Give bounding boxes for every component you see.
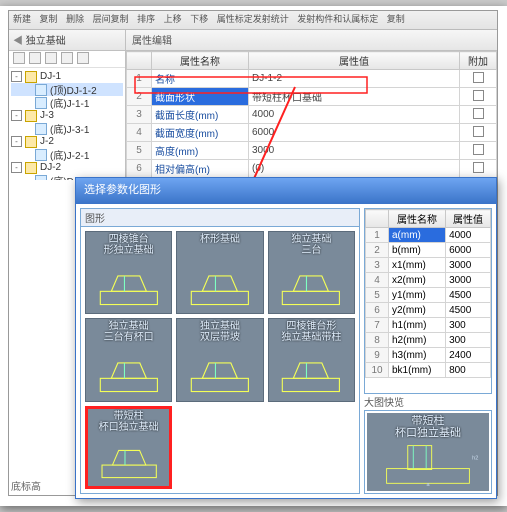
shape-thumb[interactable]: 独立基础三台有杯口 bbox=[85, 318, 172, 401]
shape-gallery[interactable]: 四棱锥台形独立基础杯形基础独立基础三台独立基础三台有杯口独立基础双层带坡四棱锥台… bbox=[81, 227, 359, 493]
tree-mini-toolbar[interactable] bbox=[9, 51, 125, 68]
table-row[interactable]: 5高度(mm)3000 bbox=[127, 142, 497, 160]
col-value: 属性值 bbox=[249, 52, 460, 70]
shape-thumb[interactable]: 四棱锥台形独立基础 bbox=[85, 231, 172, 314]
table-row[interactable]: 2截面形状带短柱杯口基础 bbox=[127, 88, 497, 106]
svg-text:h2: h2 bbox=[472, 455, 478, 461]
param-col-value: 属性值 bbox=[446, 210, 491, 228]
folder-icon bbox=[25, 110, 37, 122]
checkbox[interactable] bbox=[473, 90, 484, 101]
tb-sort[interactable]: 排序 bbox=[137, 14, 155, 24]
tb-m1[interactable]: 属性标定发射统计 bbox=[217, 14, 289, 24]
table-row[interactable]: 3x1(mm)3000 bbox=[366, 258, 491, 273]
shape-thumb[interactable]: 独立基础三台 bbox=[268, 231, 355, 314]
tb-copy[interactable]: 复制 bbox=[40, 14, 58, 24]
table-row[interactable]: 8h2(mm)300 bbox=[366, 333, 491, 348]
tb-m3[interactable]: 复制 bbox=[387, 14, 405, 24]
svg-text:a: a bbox=[426, 482, 430, 487]
table-row[interactable]: 5y1(mm)4500 bbox=[366, 288, 491, 303]
table-row[interactable]: 1a(mm)4000 bbox=[366, 228, 491, 243]
checkbox[interactable] bbox=[473, 126, 484, 137]
shape-thumb[interactable]: 带短柱杯口独立基础 bbox=[85, 406, 172, 489]
tool-icon[interactable] bbox=[13, 52, 25, 64]
preview-panel: 带短柱 杯口独立基础 a h2 bbox=[364, 410, 492, 494]
tool-icon[interactable] bbox=[61, 52, 73, 64]
checkbox[interactable] bbox=[473, 144, 484, 155]
tree-node[interactable]: (底)J-1-1 bbox=[11, 96, 123, 109]
tb-up[interactable]: 上移 bbox=[164, 14, 182, 24]
item-icon bbox=[35, 84, 47, 96]
col-ext: 附加 bbox=[460, 52, 497, 70]
table-row[interactable]: 3截面长度(mm)4000 bbox=[127, 106, 497, 124]
status-text: 底标高 bbox=[11, 478, 41, 493]
tree-node[interactable]: (底)J-3-1 bbox=[11, 122, 123, 135]
table-row[interactable]: 4x2(mm)3000 bbox=[366, 273, 491, 288]
parametric-shape-dialog: 选择参数化图形 图形 四棱锥台形独立基础杯形基础独立基础三台独立基础三台有杯口独… bbox=[75, 177, 497, 499]
item-icon bbox=[35, 97, 47, 109]
item-icon bbox=[35, 123, 47, 135]
shape-thumb[interactable]: 四棱锥台形独立基础带柱 bbox=[268, 318, 355, 401]
table-row[interactable]: 9h3(mm)2400 bbox=[366, 348, 491, 363]
table-row[interactable]: 6相对偏高(m)(0) bbox=[127, 160, 497, 178]
top-toolbar[interactable]: 新建 复制 删除 层间复制 排序 上移 下移 属性标定发射统计 发射构件和认属标… bbox=[9, 11, 497, 30]
table-row[interactable]: 1名称DJ-1-2 bbox=[127, 70, 497, 88]
checkbox[interactable] bbox=[473, 162, 484, 173]
param-table[interactable]: 属性名称 属性值 1a(mm)40002b(mm)60003x1(mm)3000… bbox=[365, 209, 491, 378]
table-row[interactable]: 6y2(mm)4500 bbox=[366, 303, 491, 318]
property-panel-title: 属性编辑 bbox=[126, 30, 497, 51]
tb-del[interactable]: 删除 bbox=[66, 14, 84, 24]
folder-icon bbox=[25, 162, 37, 174]
tb-new[interactable]: 新建 bbox=[13, 14, 31, 24]
shape-thumb[interactable]: 独立基础双层带坡 bbox=[176, 318, 263, 401]
tb-layer[interactable]: 层间复制 bbox=[93, 14, 129, 24]
tool-icon[interactable] bbox=[29, 52, 41, 64]
tree-node[interactable]: (底)J-2-1 bbox=[11, 148, 123, 161]
table-row[interactable]: 7h1(mm)300 bbox=[366, 318, 491, 333]
table-row[interactable]: 4截面宽度(mm)6000 bbox=[127, 124, 497, 142]
preview-label: 大图快览 bbox=[364, 398, 404, 409]
item-icon bbox=[35, 175, 47, 181]
item-icon bbox=[35, 149, 47, 161]
folder-icon bbox=[25, 136, 37, 148]
shape-thumb[interactable]: 杯形基础 bbox=[176, 231, 263, 314]
tool-icon[interactable] bbox=[77, 52, 89, 64]
tree-tab[interactable]: ◀ 独立基础 bbox=[9, 30, 125, 51]
col-name: 属性名称 bbox=[152, 52, 249, 70]
tool-icon[interactable] bbox=[45, 52, 57, 64]
checkbox[interactable] bbox=[473, 72, 484, 83]
table-row[interactable]: 2b(mm)6000 bbox=[366, 243, 491, 258]
property-table[interactable]: 属性名称 属性值 附加 1名称DJ-1-22截面形状带短柱杯口基础3截面长度(m… bbox=[126, 51, 497, 180]
tb-m2[interactable]: 发射构件和认属标定 bbox=[297, 14, 378, 24]
dialog-title: 选择参数化图形 bbox=[76, 178, 496, 204]
param-col-name: 属性名称 bbox=[389, 210, 446, 228]
component-tree[interactable]: -DJ-1(顶)DJ-1-2(底)J-1-1-J-3(底)J-3-1-J-2(底… bbox=[9, 68, 125, 180]
folder-icon bbox=[25, 71, 37, 83]
gallery-label: 图形 bbox=[81, 209, 359, 227]
checkbox[interactable] bbox=[473, 108, 484, 119]
table-row[interactable]: 10bk1(mm)800 bbox=[366, 363, 491, 378]
tb-down[interactable]: 下移 bbox=[190, 14, 208, 24]
